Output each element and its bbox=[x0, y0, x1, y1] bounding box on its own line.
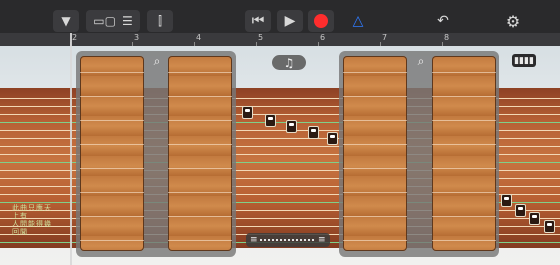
calligraphy-line: 此曲只應天上有 bbox=[12, 204, 52, 220]
fret-line bbox=[80, 120, 144, 121]
ruler-bar-number: 3 bbox=[134, 33, 140, 42]
undo-button[interactable]: ↶ bbox=[430, 10, 456, 32]
slider-left-cap-icon: ≡ bbox=[250, 235, 258, 245]
fret-line bbox=[168, 240, 232, 241]
fret-line bbox=[343, 120, 407, 121]
fret-column[interactable] bbox=[80, 56, 144, 251]
bars-icon: ▮▮▮▮ bbox=[514, 55, 534, 66]
note-mode-button[interactable]: ♫ bbox=[272, 55, 306, 70]
mixer-button[interactable]: ⫿ bbox=[147, 10, 173, 32]
fret-column[interactable] bbox=[432, 56, 496, 251]
play-icon: ▶ bbox=[284, 13, 296, 29]
zoom-icon[interactable]: ⌕ bbox=[150, 54, 164, 68]
fret-line bbox=[343, 240, 407, 241]
fret-line bbox=[80, 216, 144, 217]
settings-button[interactable]: ⚙ bbox=[500, 10, 526, 32]
undo-icon: ↶ bbox=[437, 13, 449, 29]
fret-column[interactable] bbox=[343, 56, 407, 251]
calligraphy-line: 人間能得幾回聞 bbox=[12, 220, 52, 236]
fret-line bbox=[80, 192, 144, 193]
fret-line bbox=[168, 168, 232, 169]
fret-line bbox=[168, 120, 232, 121]
fret-line bbox=[80, 72, 144, 73]
fret-line bbox=[343, 72, 407, 73]
string-bridge[interactable] bbox=[286, 120, 297, 133]
string-bridge[interactable] bbox=[515, 204, 526, 217]
slider-track[interactable] bbox=[260, 239, 314, 241]
playhead[interactable] bbox=[70, 33, 72, 265]
ruler-bar-number: 4 bbox=[196, 33, 202, 42]
fret-line bbox=[80, 96, 144, 97]
string-bridge[interactable] bbox=[501, 194, 512, 207]
fret-line bbox=[432, 168, 496, 169]
fret-line bbox=[432, 96, 496, 97]
fret-line bbox=[432, 192, 496, 193]
metronome-icon: △ bbox=[352, 13, 364, 29]
fret-line bbox=[432, 144, 496, 145]
metronome-button[interactable]: △ bbox=[345, 10, 371, 32]
view-toggle-button[interactable]: ▮▮▮▮ bbox=[512, 54, 536, 67]
fret-line bbox=[80, 168, 144, 169]
timeline-ruler[interactable]: 2 3 4 5 6 7 8 bbox=[0, 33, 560, 47]
tracks-view-icon[interactable]: ▭▢ bbox=[93, 14, 116, 28]
fret-line bbox=[343, 192, 407, 193]
fret-line bbox=[168, 72, 232, 73]
ruler-bar-number: 6 bbox=[320, 33, 326, 42]
fret-line bbox=[343, 168, 407, 169]
record-button[interactable] bbox=[308, 10, 334, 32]
fret-line bbox=[80, 144, 144, 145]
string-bridge[interactable] bbox=[308, 126, 319, 139]
ruler-bar-number: 8 bbox=[444, 33, 450, 42]
string-bridge[interactable] bbox=[327, 132, 338, 145]
mixer-icon: ⫿ bbox=[158, 13, 162, 28]
string-bridge[interactable] bbox=[544, 220, 555, 233]
play-button[interactable]: ▶ bbox=[277, 10, 303, 32]
fret-column[interactable] bbox=[168, 56, 232, 251]
rewind-button[interactable]: ⏮ bbox=[245, 10, 271, 32]
fret-line bbox=[168, 216, 232, 217]
fret-line bbox=[80, 240, 144, 241]
note-icon: ♫ bbox=[283, 55, 295, 70]
fret-line bbox=[343, 144, 407, 145]
triangle-down-icon: ▼ bbox=[61, 14, 71, 28]
fret-line bbox=[432, 216, 496, 217]
fret-line bbox=[343, 96, 407, 97]
string-bridge[interactable] bbox=[265, 114, 276, 127]
fret-line bbox=[432, 120, 496, 121]
calligraphy-text: 此曲只應天上有 人間能得幾回聞 bbox=[12, 204, 56, 236]
slider-right-cap-icon: ≡ bbox=[318, 235, 326, 245]
dropdown-button[interactable]: ▼ bbox=[53, 10, 79, 32]
record-icon bbox=[314, 14, 328, 28]
fret-line bbox=[168, 144, 232, 145]
ruler-bar-number: 7 bbox=[382, 33, 388, 42]
string-bridge[interactable] bbox=[242, 106, 253, 119]
gear-icon: ⚙ bbox=[505, 11, 521, 31]
ruler-bar-number: 5 bbox=[258, 33, 264, 42]
fret-line bbox=[168, 96, 232, 97]
fret-line bbox=[432, 72, 496, 73]
string-bridge[interactable] bbox=[529, 212, 540, 225]
fret-line bbox=[168, 192, 232, 193]
fret-line bbox=[343, 216, 407, 217]
autoplay-slider[interactable]: ≡ ≡ bbox=[246, 233, 330, 247]
tracks-view-group: ▭▢ ☰ bbox=[86, 10, 140, 32]
zoom-icon[interactable]: ⌕ bbox=[414, 54, 428, 68]
fret-line bbox=[432, 240, 496, 241]
rewind-icon: ⏮ bbox=[251, 13, 265, 29]
ruler-bar-number: 2 bbox=[72, 33, 78, 42]
list-view-icon[interactable]: ☰ bbox=[122, 14, 133, 28]
